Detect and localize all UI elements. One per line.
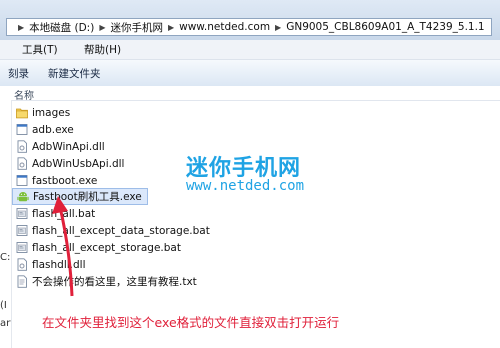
menu-bar: 工具(T) 帮助(H): [0, 40, 500, 60]
file-name: flashdll.dll: [32, 258, 86, 271]
explorer-window: ▶ 本地磁盘 (D:) ▶ 迷你手机网 ▶ www.netded.com ▶ G…: [0, 0, 500, 348]
file-name: adb.exe: [32, 123, 74, 136]
file-name: AdbWinApi.dll: [32, 140, 105, 153]
bat-icon: [16, 208, 28, 219]
breadcrumb-arrow-icon[interactable]: ▶: [99, 23, 105, 32]
exe-icon: [16, 175, 28, 186]
command-toolbar: 刻录 新建文件夹: [0, 60, 500, 87]
new-folder-button[interactable]: 新建文件夹: [48, 66, 101, 81]
file-row-fastboot-tool-exe[interactable]: Fastboot刷机工具.exe: [12, 188, 148, 205]
file-row-images[interactable]: images: [12, 104, 70, 121]
dll-icon: [17, 140, 27, 153]
file-row-adbwinapi-dll[interactable]: AdbWinApi.dll: [12, 138, 105, 155]
file-list: images adb.exe AdbWinApi.dll AdbWinUsbAp…: [12, 101, 500, 348]
dll-icon: [17, 258, 27, 271]
file-name: flash_all_except_data_storage.bat: [32, 224, 210, 237]
folder-icon: [16, 108, 28, 119]
address-bar[interactable]: ▶ 本地磁盘 (D:) ▶ 迷你手机网 ▶ www.netded.com ▶ G…: [6, 18, 492, 36]
breadcrumb-site-folder[interactable]: 迷你手机网: [110, 20, 163, 35]
breadcrumb-firmware-folder[interactable]: GN9005_CBL8609A01_A_T4239_5.1.1: [286, 21, 484, 33]
bat-icon: [16, 242, 28, 253]
txt-icon: [17, 275, 27, 288]
burn-button[interactable]: 刻录: [8, 66, 29, 81]
watermark-url: www.netded.com: [186, 178, 305, 194]
annotation-caption: 在文件夹里找到这个exe格式的文件直接双击打开运行: [42, 315, 340, 330]
breadcrumb-drive[interactable]: 本地磁盘 (D:): [29, 20, 94, 35]
file-row-flash-all-except-data-storage-bat[interactable]: flash_all_except_data_storage.bat: [12, 222, 210, 239]
file-name: Fastboot刷机工具.exe: [33, 191, 142, 203]
android-icon: [17, 192, 29, 202]
file-name: 不会操作的看这里，这里有教程.txt: [32, 276, 197, 288]
exe-icon: [16, 124, 28, 135]
breadcrumb-arrow-icon[interactable]: ▶: [275, 23, 281, 32]
navigation-pane[interactable]: C: (I ary: [0, 100, 12, 348]
column-header-row: 名称: [0, 86, 500, 102]
menu-help[interactable]: 帮助(H): [84, 42, 121, 57]
file-name: AdbWinUsbApi.dll: [32, 157, 125, 170]
breadcrumb-arrow-icon[interactable]: ▶: [18, 23, 24, 32]
breadcrumb-arrow-icon[interactable]: ▶: [168, 23, 174, 32]
file-row-flash-all-except-storage-bat[interactable]: flash_all_except_storage.bat: [12, 239, 181, 256]
file-row-adb-exe[interactable]: adb.exe: [12, 121, 74, 138]
address-bar-area: ▶ 本地磁盘 (D:) ▶ 迷你手机网 ▶ www.netded.com ▶ G…: [0, 0, 500, 40]
file-name: images: [32, 106, 71, 119]
breadcrumb-url-folder[interactable]: www.netded.com: [179, 21, 270, 33]
file-name: flash_all.bat: [32, 207, 96, 220]
nav-item-fragment[interactable]: C:: [0, 252, 10, 263]
nav-item-fragment[interactable]: (I: [0, 300, 7, 311]
file-row-fastboot-exe[interactable]: fastboot.exe: [12, 172, 97, 189]
menu-tools[interactable]: 工具(T): [22, 42, 58, 57]
file-row-flashdll-dll[interactable]: flashdll.dll: [12, 256, 86, 273]
bat-icon: [16, 225, 28, 236]
dll-icon: [17, 157, 27, 170]
file-row-flash-all-bat[interactable]: flash_all.bat: [12, 205, 95, 222]
file-row-adbwinusbapi-dll[interactable]: AdbWinUsbApi.dll: [12, 155, 124, 172]
column-header-name[interactable]: 名称: [14, 87, 34, 102]
nav-item-fragment[interactable]: ary: [0, 318, 11, 329]
file-name: flash_all_except_storage.bat: [32, 241, 181, 254]
file-row-tutorial-txt[interactable]: 不会操作的看这里，这里有教程.txt: [12, 273, 197, 290]
file-name: fastboot.exe: [32, 174, 98, 187]
